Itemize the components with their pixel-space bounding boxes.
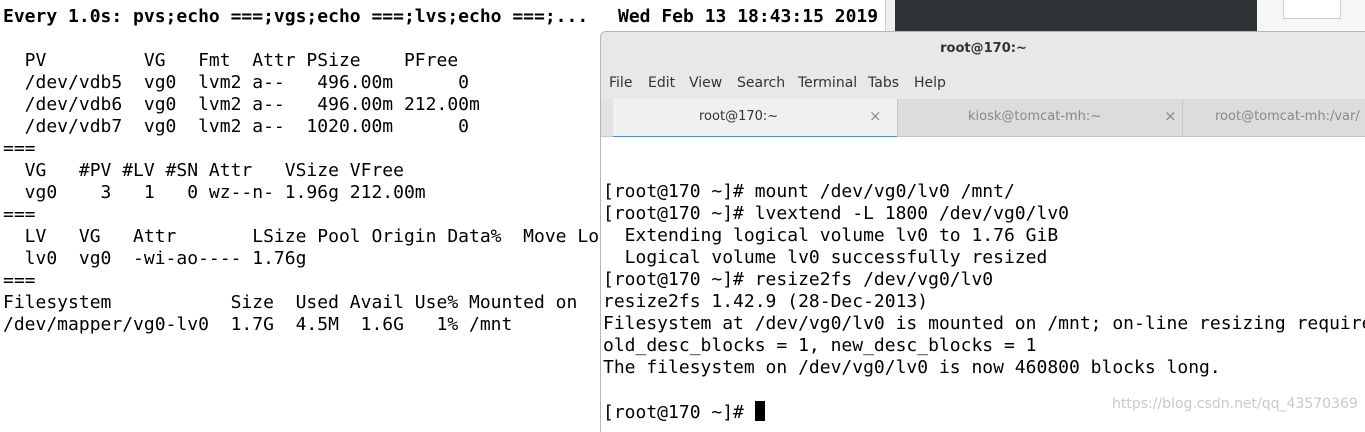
pvs-row: /dev/vdb7 vg0 lvm2 a-- 1020.00m 0 bbox=[3, 116, 469, 137]
close-icon[interactable]: × bbox=[869, 107, 882, 125]
tab-label: root@tomcat-mh:/var/ bbox=[1215, 109, 1360, 124]
desktop-background bbox=[895, 0, 1257, 32]
terminal-line: Extending logical volume lv0 to 1.76 GiB bbox=[603, 225, 1059, 246]
tab-bar: root@170:~ × kiosk@tomcat-mh:~ × root@to… bbox=[601, 99, 1365, 138]
menu-bar: File Edit View Search Terminal Tabs Help bbox=[601, 67, 1365, 99]
vgs-row: vg0 3 1 0 wz--n- 1.96g 212.00m bbox=[3, 182, 426, 203]
menu-file[interactable]: File bbox=[609, 75, 632, 91]
terminal-line: The filesystem on /dev/vg0/lv0 is now 46… bbox=[603, 357, 1221, 378]
title-bar[interactable]: root@170:~ bbox=[601, 32, 1365, 67]
terminal-line: [root@170 ~]# resize2fs /dev/vg0/lv0 bbox=[603, 269, 994, 290]
tab-kiosk-tomcat[interactable]: kiosk@tomcat-mh:~ × bbox=[897, 99, 1183, 136]
menu-search[interactable]: Search bbox=[737, 75, 785, 91]
separator: === bbox=[3, 204, 36, 225]
separator: === bbox=[3, 270, 36, 291]
tab-label: root@170:~ bbox=[699, 109, 779, 124]
close-icon[interactable]: × bbox=[1164, 107, 1177, 125]
watch-header-time: Wed Feb 13 18:43:15 2019 bbox=[618, 6, 879, 27]
terminal-line: old_desc_blocks = 1, new_desc_blocks = 1 bbox=[603, 335, 1037, 356]
pvs-row: /dev/vdb6 vg0 lvm2 a-- 496.00m 212.00m bbox=[3, 94, 480, 115]
terminal-window[interactable]: root@170:~ File Edit View Search Termina… bbox=[600, 31, 1365, 432]
terminal-line: [root@170 ~]# mount /dev/vg0/lv0 /mnt/ bbox=[603, 181, 1015, 202]
menu-tabs[interactable]: Tabs bbox=[868, 75, 899, 91]
pvs-header: PV VG Fmt Attr PSize PFree bbox=[3, 50, 459, 71]
text-cursor bbox=[754, 401, 765, 421]
desktop-panel-widget bbox=[1283, 0, 1341, 19]
terminal-body[interactable]: [root@170 ~]# mount /dev/vg0/lv0 /mnt/ [… bbox=[601, 137, 1365, 432]
df-row: /dev/mapper/vg0-lv0 1.7G 4.5M 1.6G 1% /m… bbox=[3, 314, 513, 335]
tab-label: kiosk@tomcat-mh:~ bbox=[968, 109, 1102, 124]
tab-root-170[interactable]: root@170:~ × bbox=[613, 99, 897, 138]
pvs-row: /dev/vdb5 vg0 lvm2 a-- 496.00m 0 bbox=[3, 72, 469, 93]
terminal-line: Logical volume lv0 successfully resized bbox=[603, 247, 1048, 268]
prompt-line[interactable]: [root@170 ~]# bbox=[603, 401, 765, 423]
menu-view[interactable]: View bbox=[689, 75, 722, 91]
tab-root-tomcat[interactable]: root@tomcat-mh:/var/ bbox=[1182, 99, 1365, 136]
lvs-row: lv0 vg0 -wi-ao---- 1.76g bbox=[3, 248, 307, 269]
menu-terminal[interactable]: Terminal bbox=[798, 75, 857, 91]
window-title: root@170:~ bbox=[940, 41, 1027, 56]
menu-help[interactable]: Help bbox=[914, 75, 946, 91]
vgs-header: VG #PV #LV #SN Attr VSize VFree bbox=[3, 160, 404, 181]
watch-header-command: Every 1.0s: pvs;echo ===;vgs;echo ===;lv… bbox=[3, 6, 589, 27]
terminal-line: [root@170 ~]# lvextend -L 1800 /dev/vg0/… bbox=[603, 203, 1069, 224]
prompt: [root@170 ~]# bbox=[603, 402, 755, 423]
terminal-line: resize2fs 1.42.9 (28-Dec-2013) bbox=[603, 291, 929, 312]
watermark: https://blog.csdn.net/qq_43570369 bbox=[1112, 396, 1358, 412]
separator: === bbox=[3, 138, 36, 159]
terminal-line: Filesystem at /dev/vg0/lv0 is mounted on… bbox=[603, 313, 1365, 334]
menu-edit[interactable]: Edit bbox=[648, 75, 675, 91]
df-header: Filesystem Size Used Avail Use% Mounted … bbox=[3, 292, 578, 313]
